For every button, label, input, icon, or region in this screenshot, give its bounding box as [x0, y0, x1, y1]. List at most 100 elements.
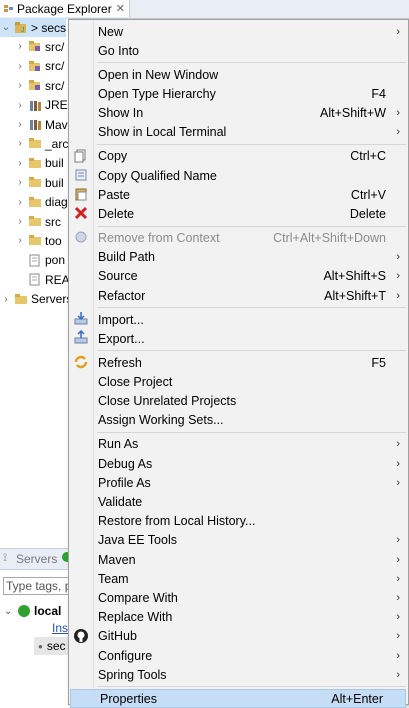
file-icon — [29, 273, 40, 286]
menu-item-show-in[interactable]: Show In Alt+Shift+W › — [69, 104, 408, 123]
close-icon[interactable]: ✕ — [116, 2, 125, 15]
expand-icon[interactable]: › — [14, 216, 26, 227]
menu-item-label: Close Project — [98, 374, 173, 389]
tree-item[interactable]: › buil — [14, 154, 63, 173]
menu-item-java-ee-tools[interactable]: Java EE Tools › — [69, 531, 408, 550]
menu-item-label: Show in Local Terminal — [98, 125, 227, 140]
menu-item-close-project[interactable]: Close Project — [69, 372, 408, 391]
tree-item[interactable]: › Mav — [14, 115, 68, 134]
menu-item-configure[interactable]: Configure › — [69, 646, 408, 665]
menu-item-open-type-hierarchy[interactable]: Open Type Hierarchy F4 — [69, 84, 408, 103]
menu-separator — [97, 225, 406, 227]
menu-item-restore-from-local-history[interactable]: Restore from Local History... — [69, 512, 408, 531]
tree-item[interactable]: › _arc — [14, 134, 68, 153]
expand-icon[interactable]: › — [14, 80, 26, 91]
expand-icon[interactable]: › — [0, 294, 12, 305]
menu-item-label: Copy Qualified Name — [98, 168, 217, 183]
menu-item-run-as[interactable]: Run As › — [69, 435, 408, 454]
tree-item[interactable]: › too — [14, 231, 61, 250]
tree-item[interactable]: › src — [14, 212, 61, 231]
tree-item[interactable]: › src/ — [14, 76, 64, 95]
tree-item-label: Servers — [31, 292, 73, 307]
server-row[interactable]: ⌄ local — [4, 602, 61, 620]
folder-icon — [29, 235, 41, 246]
menu-item-validate[interactable]: Validate — [69, 492, 408, 511]
tree-item[interactable]: › diag — [14, 193, 68, 212]
menu-item-copy-qualified-name[interactable]: Copy Qualified Name — [69, 166, 408, 185]
menu-item-assign-working-sets[interactable]: Assign Working Sets... — [69, 411, 408, 430]
menu-item-label: Go Into — [98, 43, 139, 58]
tree-item[interactable]: › Servers — [0, 290, 72, 309]
menu-item-refresh[interactable]: Refresh F5 — [69, 353, 408, 372]
tree-item[interactable]: › buil — [14, 173, 63, 192]
menu-item-github[interactable]: GitHub › — [69, 627, 408, 646]
tree-item-label: diag — [45, 195, 68, 210]
menu-item-replace-with[interactable]: Replace With › — [69, 608, 408, 627]
menu-item-spring-tools[interactable]: Spring Tools › — [69, 665, 408, 684]
menu-item-open-in-new-window[interactable]: Open in New Window — [69, 65, 408, 84]
tree-item[interactable]: › src/ — [14, 57, 64, 76]
tree-item[interactable]: pon — [14, 251, 65, 270]
package-explorer-tab[interactable]: Package Explorer ✕ — [0, 0, 130, 17]
source-folder-icon — [29, 60, 40, 71]
server-child-row[interactable]: ● sec — [34, 637, 68, 655]
menu-item-show-in-local-terminal[interactable]: Show in Local Terminal › — [69, 123, 408, 142]
expand-icon[interactable]: › — [14, 197, 26, 208]
expand-icon[interactable]: › — [14, 158, 26, 169]
expand-icon[interactable]: › — [14, 235, 26, 246]
menu-item-label: Maven — [98, 552, 136, 567]
menu-item-paste[interactable]: Paste Ctrl+V — [69, 185, 408, 204]
menu-item-label: Build Path — [98, 250, 155, 265]
server-link[interactable]: Ins — [52, 621, 68, 635]
submenu-arrow-icon: › — [396, 534, 400, 547]
folder-icon — [29, 157, 41, 168]
menu-item-label: Debug As — [98, 456, 153, 471]
menu-item-properties[interactable]: Properties Alt+Enter — [70, 689, 406, 708]
menu-item-export[interactable]: Export... — [69, 329, 408, 348]
tree-item-label: REA — [45, 272, 70, 287]
expand-icon[interactable]: › — [14, 138, 26, 149]
submenu-arrow-icon: › — [396, 270, 400, 283]
menu-item-debug-as[interactable]: Debug As › — [69, 454, 408, 473]
menu-item-go-into[interactable]: Go Into — [69, 41, 408, 60]
servers-tab-label[interactable]: Servers — [16, 552, 57, 566]
menu-item-build-path[interactable]: Build Path › — [69, 248, 408, 267]
expand-icon[interactable]: › — [14, 177, 26, 188]
menu-item-refactor[interactable]: Refactor Alt+Shift+T › — [69, 286, 408, 305]
collapse-icon[interactable]: ⌄ — [0, 22, 12, 33]
menu-item-source[interactable]: Source Alt+Shift+S › — [69, 267, 408, 286]
tree-item[interactable]: › src/ — [14, 37, 64, 56]
refresh-icon — [74, 355, 88, 369]
tree-item[interactable]: REA — [14, 270, 70, 289]
menu-item-new[interactable]: New › — [69, 22, 408, 41]
context-menu: New › Go Into Open in New Window Open Type H… — [68, 19, 409, 708]
menu-item-maven[interactable]: Maven › — [69, 550, 408, 569]
menu-separator — [97, 686, 406, 688]
menu-item-profile-as[interactable]: Profile As › — [69, 473, 408, 492]
tree-item[interactable]: ⌄ J > secs — [0, 18, 67, 37]
expand-icon[interactable]: ⌄ — [4, 606, 14, 617]
menu-item-import[interactable]: Import... — [69, 310, 408, 329]
menu-item-label: Open Type Hierarchy — [98, 86, 216, 101]
tree-item-label: Mav — [45, 117, 68, 132]
tree-item[interactable]: › JRE — [14, 96, 67, 115]
menu-item-close-unrelated-projects[interactable]: Close Unrelated Projects — [69, 392, 408, 411]
menu-item-label: Remove from Context — [98, 230, 220, 245]
tree-item-label: pon — [45, 253, 66, 268]
menu-item-copy[interactable]: Copy Ctrl+C — [69, 147, 408, 166]
menu-item-label: Run As — [98, 437, 139, 452]
menu-item-label: Export... — [98, 331, 145, 346]
menu-item-team[interactable]: Team › — [69, 569, 408, 588]
menu-separator — [97, 62, 406, 64]
source-folder-icon — [29, 80, 40, 91]
menu-item-compare-with[interactable]: Compare With › — [69, 588, 408, 607]
menu-item-label: Copy — [98, 149, 128, 164]
expand-icon[interactable]: › — [14, 119, 26, 130]
menu-item-delete[interactable]: Delete Delete — [69, 204, 408, 223]
submenu-arrow-icon: › — [396, 107, 400, 120]
tree-item-label: > secs — [31, 20, 67, 35]
menu-item-remove-from-context: Remove from Context Ctrl+Alt+Shift+Down — [69, 228, 408, 247]
expand-icon[interactable]: › — [14, 61, 26, 72]
expand-icon[interactable]: › — [14, 41, 26, 52]
expand-icon[interactable]: › — [14, 100, 26, 111]
